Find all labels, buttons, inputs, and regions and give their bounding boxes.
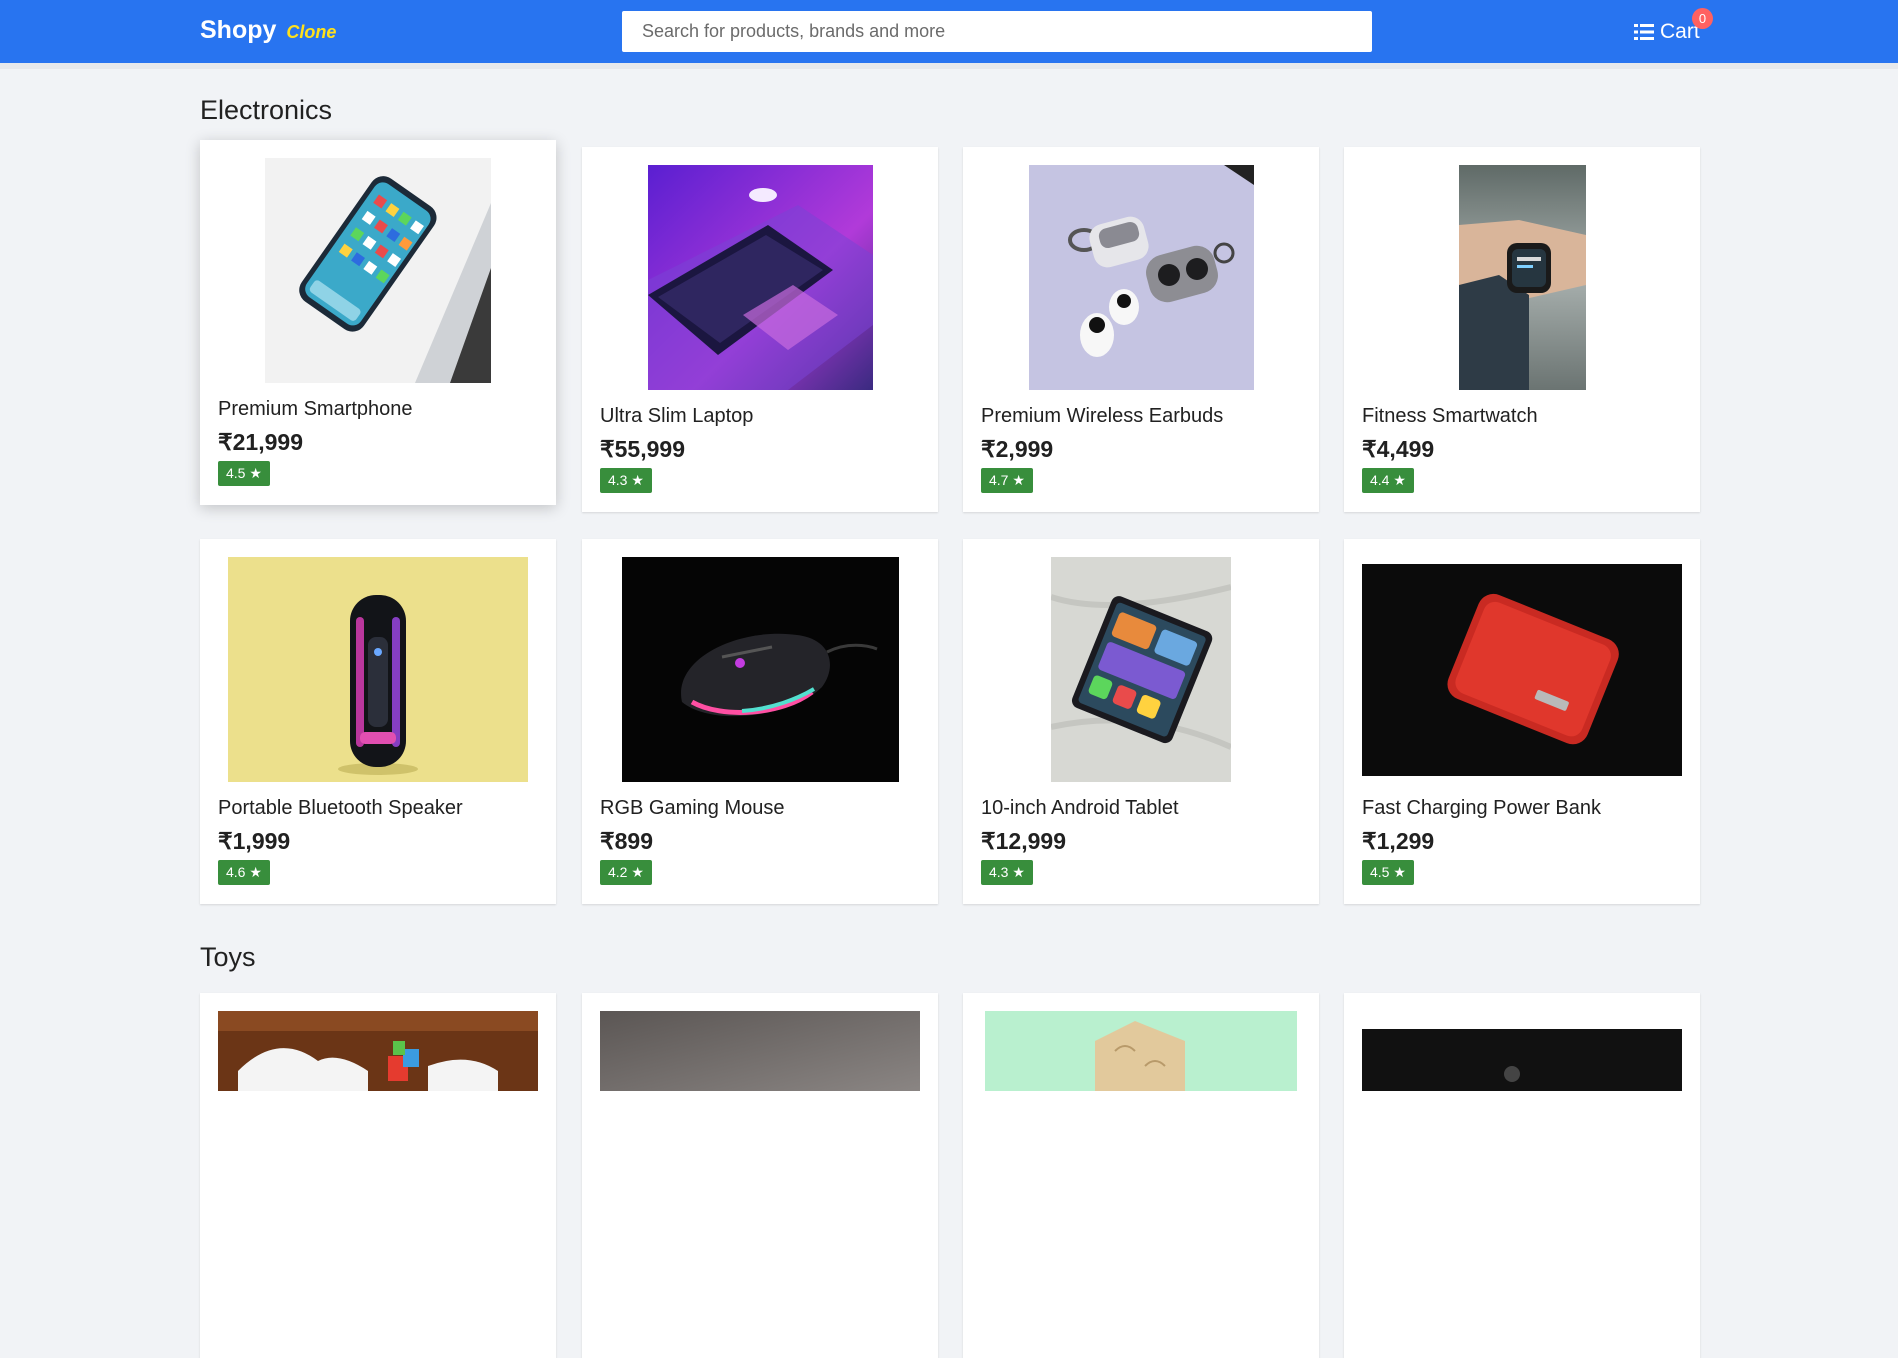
product-name: Portable Bluetooth Speaker [218, 797, 463, 819]
rating-badge: 4.5 ★ [1362, 860, 1414, 885]
rating-badge: 4.4 ★ [1362, 468, 1414, 493]
cart-button[interactable]: Cart 0 [1634, 8, 1713, 46]
product-image [600, 165, 920, 390]
product-card[interactable] [1344, 993, 1700, 1358]
list-icon [1634, 24, 1654, 40]
product-card[interactable] [582, 993, 938, 1358]
product-card[interactable]: 10-inch Android Tablet ₹12,999 4.3 ★ [963, 539, 1319, 904]
smartwatch-photo [1458, 165, 1586, 390]
product-image [1362, 165, 1682, 390]
tablet-photo [1051, 557, 1231, 782]
rating-badge: 4.6 ★ [218, 860, 270, 885]
product-image [981, 165, 1301, 390]
product-image [218, 158, 538, 383]
earbuds-photo [1028, 165, 1254, 390]
product-name: Premium Wireless Earbuds [981, 405, 1224, 427]
product-image [1362, 1011, 1682, 1236]
product-card[interactable]: Premium Wireless Earbuds ₹2,999 4.7 ★ [963, 147, 1319, 512]
product-price: ₹4,499 [1362, 436, 1435, 462]
top-navbar: Shopy Clone Cart 0 [0, 0, 1898, 63]
section-title-toys: Toys [200, 942, 256, 972]
product-card[interactable]: RGB Gaming Mouse ₹899 4.2 ★ [582, 539, 938, 904]
rating-badge: 4.5 ★ [218, 461, 270, 486]
product-price: ₹55,999 [600, 436, 685, 462]
product-image [600, 557, 920, 782]
laptop-photo [647, 165, 873, 390]
search-bar [622, 11, 1372, 52]
product-card[interactable] [200, 993, 556, 1358]
mouse-photo [621, 557, 899, 782]
speaker-photo [228, 557, 528, 782]
product-price: ₹1,999 [218, 828, 291, 854]
product-price: ₹1,299 [1362, 828, 1435, 854]
product-card[interactable]: Premium Smartphone ₹21,999 4.5 ★ [200, 140, 556, 505]
product-price: ₹899 [600, 828, 654, 854]
product-card[interactable]: Ultra Slim Laptop ₹55,999 4.3 ★ [582, 147, 938, 512]
brand-tagline: Clone [286, 22, 337, 42]
product-card[interactable]: Portable Bluetooth Speaker ₹1,999 4.6 ★ [200, 539, 556, 904]
product-image [981, 557, 1301, 782]
powerbank-photo [1362, 563, 1682, 776]
product-image [218, 557, 538, 782]
rating-badge: 4.2 ★ [600, 860, 652, 885]
product-name: Ultra Slim Laptop [600, 405, 754, 427]
brand-logo[interactable]: Shopy Clone [200, 16, 336, 45]
smartphone-photo [265, 158, 491, 383]
product-image [218, 1011, 538, 1236]
product-price: ₹21,999 [218, 429, 303, 455]
toy-jigsaw-photo [985, 1011, 1297, 1091]
toy-dark-photo [1362, 1029, 1682, 1091]
product-image [981, 1011, 1301, 1236]
product-name: Premium Smartphone [218, 398, 413, 420]
product-name: Fitness Smartwatch [1362, 405, 1538, 427]
product-card[interactable] [963, 993, 1319, 1358]
cart-count-badge: 0 [1692, 8, 1713, 29]
product-name: 10-inch Android Tablet [981, 797, 1179, 819]
brand-name: Shopy [200, 16, 277, 44]
toy-gray-photo [600, 1011, 920, 1091]
product-image [600, 1011, 920, 1236]
section-title-electronics: Electronics [200, 95, 333, 125]
product-name: RGB Gaming Mouse [600, 797, 785, 819]
product-image [1362, 557, 1682, 782]
toy-puzzle-photo [218, 1011, 538, 1091]
product-card[interactable]: Fast Charging Power Bank ₹1,299 4.5 ★ [1344, 539, 1700, 904]
rating-badge: 4.3 ★ [600, 468, 652, 493]
product-price: ₹2,999 [981, 436, 1054, 462]
search-input[interactable] [640, 20, 1354, 43]
rating-badge: 4.3 ★ [981, 860, 1033, 885]
product-price: ₹12,999 [981, 828, 1066, 854]
product-card[interactable]: Fitness Smartwatch ₹4,499 4.4 ★ [1344, 147, 1700, 512]
header-divider [0, 63, 1898, 69]
rating-badge: 4.7 ★ [981, 468, 1033, 493]
product-name: Fast Charging Power Bank [1362, 797, 1602, 819]
